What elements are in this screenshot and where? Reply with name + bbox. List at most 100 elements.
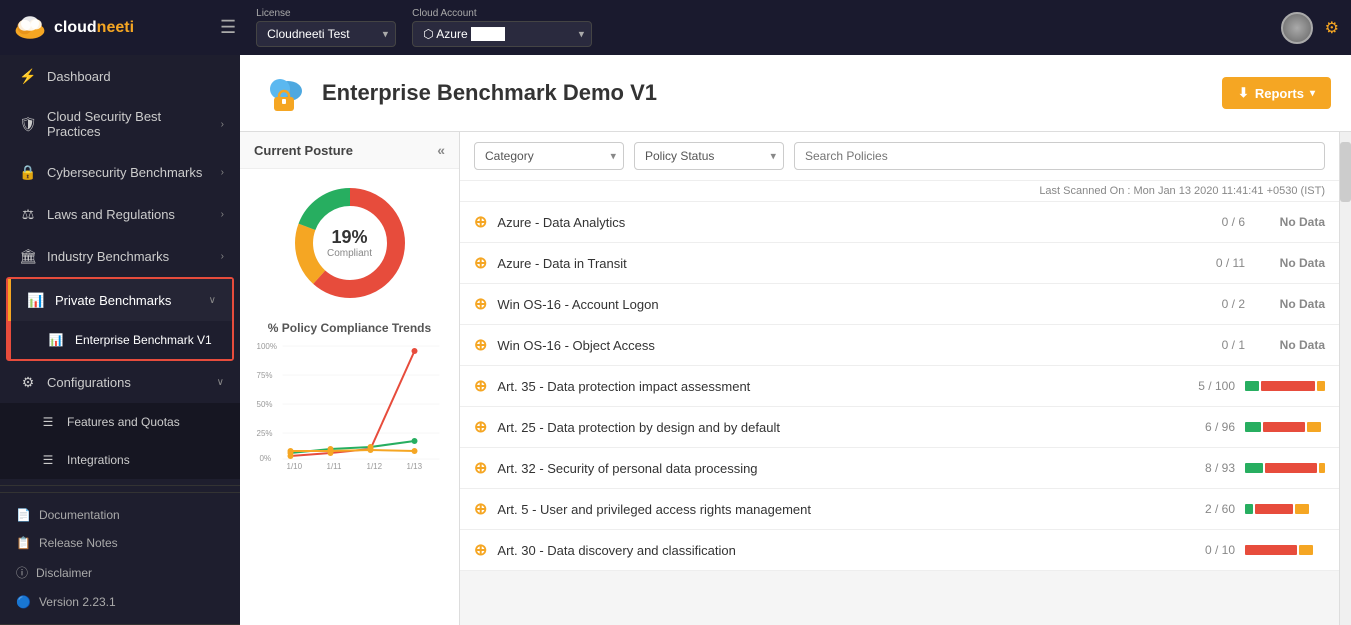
svg-text:1/12: 1/12 [367, 462, 383, 471]
download-icon: ⬇ [1238, 85, 1249, 101]
table-row: ⊕ Art. 32 - Security of personal data pr… [460, 448, 1339, 489]
expand-icon[interactable]: ⊕ [474, 458, 487, 478]
scrollbar-thumb[interactable] [1340, 142, 1351, 202]
policy-count: 6 / 96 [1175, 420, 1235, 434]
sidebar-item-label: Cybersecurity Benchmarks [47, 165, 202, 180]
industry-icon: 🏛 [19, 247, 37, 265]
logo-highlight: neeti [97, 19, 134, 36]
bar-segment-yellow [1295, 504, 1309, 514]
search-input[interactable] [794, 142, 1325, 170]
policy-status-filter[interactable]: Policy Status [634, 142, 784, 170]
private-benchmarks-submenu: 📊 Enterprise Benchmark V1 [8, 321, 232, 359]
policy-count: 0 / 10 [1175, 543, 1235, 557]
sidebar-item-private[interactable]: 📊 Private Benchmarks ∨ [8, 279, 232, 321]
donut-sub: Compliant [327, 248, 372, 259]
sidebar-bottom-label: Documentation [39, 508, 120, 522]
policies-list: ⊕ Azure - Data Analytics 0 / 6 No Data ⊕… [460, 202, 1339, 625]
sidebar-bottom-label: Disclaimer [36, 566, 92, 580]
page-icon [260, 69, 308, 117]
content-body: Current Posture « [240, 132, 1351, 625]
sidebar-sub-item-label: Enterprise Benchmark V1 [75, 333, 212, 347]
reports-button[interactable]: ⬇ Reports ▾ [1222, 77, 1331, 109]
features-icon: ☰ [39, 413, 57, 431]
policy-count: 0 / 1 [1185, 338, 1245, 352]
last-scanned-bar: Last Scanned On : Mon Jan 13 2020 11:41:… [460, 181, 1339, 202]
expand-icon[interactable]: ⊕ [474, 335, 487, 355]
bar-segment-green [1245, 504, 1253, 514]
policy-count: 0 / 2 [1185, 297, 1245, 311]
bar-segment-green [1245, 463, 1263, 473]
logo: cloudneeti [12, 13, 192, 43]
svg-text:100%: 100% [257, 342, 277, 351]
bar-segment-yellow [1307, 422, 1321, 432]
settings-icon[interactable]: ⚙ [1325, 18, 1339, 38]
posture-header: Current Posture « [240, 132, 459, 169]
posture-collapse-icon[interactable]: « [437, 142, 445, 158]
sidebar-item-industry[interactable]: 🏛 Industry Benchmarks › [0, 235, 240, 277]
bar-segment-red [1245, 545, 1297, 555]
donut-chart: 19% Compliant [290, 183, 410, 303]
cloud-account-select[interactable]: ⬡ Azure ████ [412, 21, 592, 47]
sidebar-item-disclaimer[interactable]: ⓘ Disclaimer [0, 557, 240, 588]
table-row: ⊕ Art. 35 - Data protection impact asses… [460, 366, 1339, 407]
cloud-security-icon: 🛡 [19, 115, 37, 133]
sidebar-bottom: 📄 Documentation 📋 Release Notes ⓘ Discla… [0, 492, 240, 624]
policy-name: Art. 32 - Security of personal data proc… [497, 461, 1165, 476]
donut-percent: 19% [327, 227, 372, 248]
policy-name: Art. 5 - User and privileged access righ… [497, 502, 1165, 517]
policy-bar [1245, 381, 1325, 391]
private-benchmarks-section: 📊 Private Benchmarks ∨ 📊 Enterprise Benc… [6, 277, 234, 361]
sidebar-item-documentation[interactable]: 📄 Documentation [0, 501, 240, 529]
topbar-right: ⚙ [1281, 12, 1339, 44]
posture-panel: Current Posture « [240, 132, 460, 625]
expand-icon[interactable]: ⊕ [474, 540, 487, 560]
sidebar-sub-item-features[interactable]: ☰ Features and Quotas [0, 403, 240, 441]
sidebar-item-configurations[interactable]: ⚙ Configurations ∨ [0, 361, 240, 403]
expand-icon[interactable]: ⊕ [474, 499, 487, 519]
policy-name: Win OS-16 - Object Access [497, 338, 1175, 353]
bar-segment-yellow [1317, 381, 1325, 391]
sidebar-sub-item-integrations[interactable]: ☰ Integrations [0, 441, 240, 479]
category-filter[interactable]: Category [474, 142, 624, 170]
policy-bar [1245, 504, 1325, 514]
license-select[interactable]: Cloudneeti Test [256, 21, 396, 47]
hamburger-menu[interactable]: ☰ [220, 17, 236, 38]
sidebar-item-release-notes[interactable]: 📋 Release Notes [0, 529, 240, 557]
sidebar-item-cybersecurity[interactable]: 🔒 Cybersecurity Benchmarks › [0, 151, 240, 193]
policies-area: Category Policy Status Last Scanned On :… [460, 132, 1339, 625]
expand-icon[interactable]: ⊕ [474, 253, 487, 273]
sidebar-item-label: Configurations [47, 375, 131, 390]
content-header: Enterprise Benchmark Demo V1 ⬇ Reports ▾ [240, 55, 1351, 132]
policy-count: 0 / 11 [1185, 256, 1245, 270]
sidebar-sub-item-enterprise[interactable]: 📊 Enterprise Benchmark V1 [8, 321, 232, 359]
scrollbar[interactable] [1339, 132, 1351, 625]
last-scanned-text: Last Scanned On : Mon Jan 13 2020 11:41:… [1039, 185, 1325, 197]
main-layout: ⚡ Dashboard 🛡 Cloud Security Best Practi… [0, 55, 1351, 625]
license-select-wrapper: Cloudneeti Test [256, 21, 396, 47]
svg-text:1/11: 1/11 [327, 462, 343, 471]
sidebar-item-laws[interactable]: ⚖ Laws and Regulations › [0, 193, 240, 235]
svg-text:75%: 75% [257, 371, 273, 380]
expand-icon[interactable]: ⊕ [474, 417, 487, 437]
donut-wrapper: 19% Compliant [240, 169, 459, 311]
svg-text:0%: 0% [260, 454, 272, 463]
policy-name: Azure - Data Analytics [497, 215, 1175, 230]
bar-segment-red [1265, 463, 1317, 473]
expand-icon[interactable]: ⊕ [474, 294, 487, 314]
sidebar-item-cloud-security[interactable]: 🛡 Cloud Security Best Practices › [0, 97, 240, 151]
sidebar-divider [0, 485, 240, 486]
reports-btn-label: Reports [1255, 86, 1304, 101]
trend-chart-svg: 100% 75% 50% 25% 0% 1/10 1/11 [252, 341, 447, 471]
policy-status-filter-wrapper: Policy Status [634, 142, 784, 170]
expand-icon[interactable]: ⊕ [474, 376, 487, 396]
svg-text:1/13: 1/13 [407, 462, 423, 471]
version-icon: 🔵 [16, 595, 31, 609]
bar-segment-yellow [1319, 463, 1325, 473]
sidebar-item-label: Industry Benchmarks [47, 249, 169, 264]
expand-icon[interactable]: ⊕ [474, 212, 487, 232]
license-label: License [256, 8, 396, 19]
bar-segment-red [1261, 381, 1315, 391]
sidebar-item-dashboard[interactable]: ⚡ Dashboard [0, 55, 240, 97]
table-row: ⊕ Azure - Data in Transit 0 / 11 No Data [460, 243, 1339, 284]
avatar[interactable] [1281, 12, 1313, 44]
